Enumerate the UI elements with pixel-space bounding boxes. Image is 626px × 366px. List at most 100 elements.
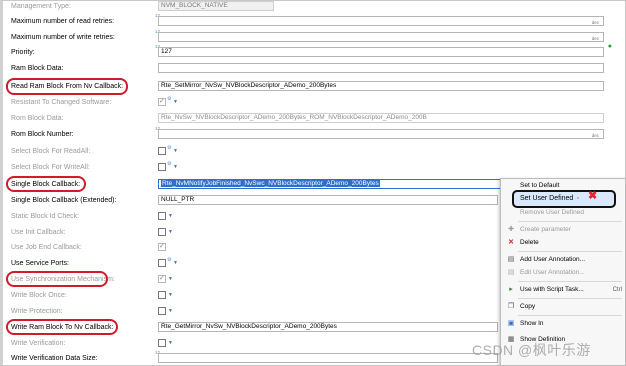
annotation-oval-sync-mechanism	[6, 271, 108, 287]
write-verification-checkbox[interactable]	[158, 339, 166, 347]
menu-item-set-user-defined[interactable]: Set User Defined	[520, 193, 573, 204]
label-single-block-callback-ext: Single Block Callback (Extended):	[11, 197, 117, 204]
ram-block-data-field[interactable]	[158, 63, 604, 73]
write-verification-size-field[interactable]	[158, 353, 498, 363]
chevron-down-icon[interactable]: ▼	[168, 276, 173, 282]
select-readall-checkbox[interactable]	[158, 147, 166, 155]
menu-label: Copy	[520, 303, 536, 310]
priority-field[interactable]: 127	[158, 47, 604, 57]
management-type-field[interactable]: NVM_BLOCK_NATIVE	[158, 1, 274, 11]
menu-item-remove-user-defined[interactable]: Remove User Defined	[500, 207, 626, 219]
label-management-type: Management Type:	[11, 3, 71, 10]
menu-label: Remove User Defined	[520, 209, 584, 216]
menu-item-delete[interactable]: ✕ Delete	[500, 237, 626, 249]
menu-label: Show In	[520, 320, 544, 327]
show-in-icon: ▣	[507, 320, 515, 327]
row-rom-block-data: Rom Block Data: Rte_NvSw_NVBlockDescript…	[8, 112, 618, 125]
chevron-down-icon[interactable]: ▼	[173, 260, 178, 266]
row-management-type: Management Type: NVM_BLOCK_NATIVE	[8, 0, 618, 13]
dec-suffix: dec	[591, 20, 599, 25]
gear-icon: ⚙	[167, 145, 172, 151]
menu-separator	[518, 298, 622, 299]
chevron-down-icon[interactable]: ▼	[168, 308, 173, 314]
menu-shortcut: Ctrl	[612, 287, 622, 293]
menu-label: Use with Script Task...	[520, 286, 584, 293]
menu-label: Create parameter	[520, 226, 571, 233]
dec-suffix: dec	[591, 133, 599, 138]
use-service-ports-checkbox[interactable]	[158, 259, 166, 267]
menu-item-show-in[interactable]: ▣ Show In	[500, 318, 626, 330]
chevron-down-icon[interactable]: ▼	[173, 164, 178, 170]
gear-icon: ⚙	[167, 96, 172, 102]
label-write-protection: Write Protection:	[11, 308, 63, 315]
label-max-read-retries: Maximum number of read retries:	[11, 18, 115, 25]
menu-separator	[518, 251, 622, 252]
gear-icon: ⚙	[167, 257, 172, 263]
row-resistant-changed-sw: Resistant To Changed Software: ✓ ⚙ ▼	[8, 96, 618, 109]
resistant-changed-sw-checkbox[interactable]: ✓	[158, 98, 166, 106]
row-select-readall: Select Block For ReadAll: ⚙ ▼	[8, 145, 618, 158]
menu-separator	[518, 281, 622, 282]
chevron-down-icon[interactable]: ▼	[168, 292, 173, 298]
close-x-icon: ✖	[588, 190, 598, 202]
label-use-job-end-callback: Use Job End Callback:	[11, 244, 82, 251]
label-resistant-changed-sw: Resistant To Changed Software:	[11, 99, 112, 106]
delete-icon: ✕	[508, 239, 514, 246]
menu-label: Delete	[520, 239, 539, 246]
status-check-icon: ●	[607, 43, 612, 50]
chevron-down-icon[interactable]: ▼	[168, 213, 173, 219]
label-priority: Priority:	[11, 49, 35, 56]
write-block-once-checkbox[interactable]	[158, 291, 166, 299]
label-ram-block-data: Ram Block Data:	[11, 65, 64, 72]
read-ram-block-callback-field[interactable]: Rte_SetMirror_NvSw_NVBlockDescriptor_ADe…	[158, 81, 604, 91]
label-write-verification: Write Verification:	[11, 340, 66, 347]
label-write-verification-size: Write Verification Data Size:	[11, 355, 98, 362]
menu-item-add-annotation[interactable]: ▤ Add User Annotation...	[500, 254, 626, 266]
dec-suffix: dec	[591, 36, 599, 41]
max-write-retries-field[interactable]: dec	[158, 32, 604, 42]
chevron-down-icon[interactable]: ▼	[173, 148, 178, 154]
chevron-down-icon[interactable]: ▼	[168, 229, 173, 235]
menu-label: Set to Default	[520, 182, 560, 189]
row-ram-block-data: Ram Block Data:	[8, 62, 618, 75]
menu-item-script-task[interactable]: ▸ Use with Script Task... Ctrl	[500, 284, 626, 296]
select-writeall-checkbox[interactable]	[158, 163, 166, 171]
menu-separator	[518, 315, 622, 316]
menu-label: Edit User Annotation...	[520, 269, 585, 276]
use-init-callback-checkbox[interactable]	[158, 228, 166, 236]
chevron-down-icon[interactable]: ▼	[168, 340, 173, 346]
use-job-end-callback-checkbox[interactable]: ✓	[158, 243, 166, 251]
rom-block-data-field[interactable]: Rte_NvSw_NVBlockDescriptor_ADemo_200Byte…	[158, 113, 604, 123]
row-select-writeall: Select Block For WriteAll: ⚙ ▼	[8, 161, 618, 174]
label-select-writeall: Select Block For WriteAll:	[11, 164, 90, 171]
menu-item-create-parameter[interactable]: ✚ Create parameter	[500, 224, 626, 236]
rom-block-number-field[interactable]: dec	[158, 129, 604, 139]
gear-icon: ⚙	[167, 161, 172, 167]
max-read-retries-field[interactable]: dec	[158, 16, 604, 26]
chevron-down-icon[interactable]: ▼	[173, 99, 178, 105]
use-sync-mechanism-checkbox[interactable]: ✓	[158, 275, 166, 283]
menu-item-copy[interactable]: ❐ Copy	[500, 301, 626, 313]
menu-item-edit-annotation[interactable]: ▤ Edit User Annotation...	[500, 267, 626, 279]
watermark: CSDN @枫叶乐游	[472, 342, 591, 358]
menu-separator	[518, 221, 622, 222]
annotation-oval-read-callback	[6, 78, 128, 95]
row-max-write-retries: Maximum number of write retries: 12 dec	[8, 29, 618, 44]
copy-icon: ❐	[507, 303, 515, 310]
dot-icon: ,	[577, 193, 579, 200]
annotation-icon: ▤	[507, 269, 515, 276]
row-max-read-retries: Maximum number of read retries: 12 dec	[8, 13, 618, 28]
menu-label: Add User Annotation...	[520, 256, 586, 263]
label-select-readall: Select Block For ReadAll:	[11, 148, 91, 155]
label-static-block-id-check: Static Block Id Check:	[11, 213, 80, 220]
label-rom-block-data: Rom Block Data:	[11, 115, 64, 122]
label-rom-block-number: Rom Block Number:	[11, 131, 74, 138]
label-use-init-callback: Use Init Callback:	[11, 229, 66, 236]
static-block-id-check-checkbox[interactable]	[158, 212, 166, 220]
label-max-write-retries: Maximum number of write retries:	[11, 34, 115, 41]
single-block-callback-ext-field[interactable]: NULL_PTR	[158, 195, 498, 205]
annotation-icon: ▤	[507, 256, 515, 263]
write-protection-checkbox[interactable]	[158, 307, 166, 315]
write-ram-block-callback-field[interactable]: Rte_GetMirror_NvSw_NVBlockDescriptor_ADe…	[158, 322, 498, 332]
label-write-block-once: Write Block Once:	[11, 292, 67, 299]
